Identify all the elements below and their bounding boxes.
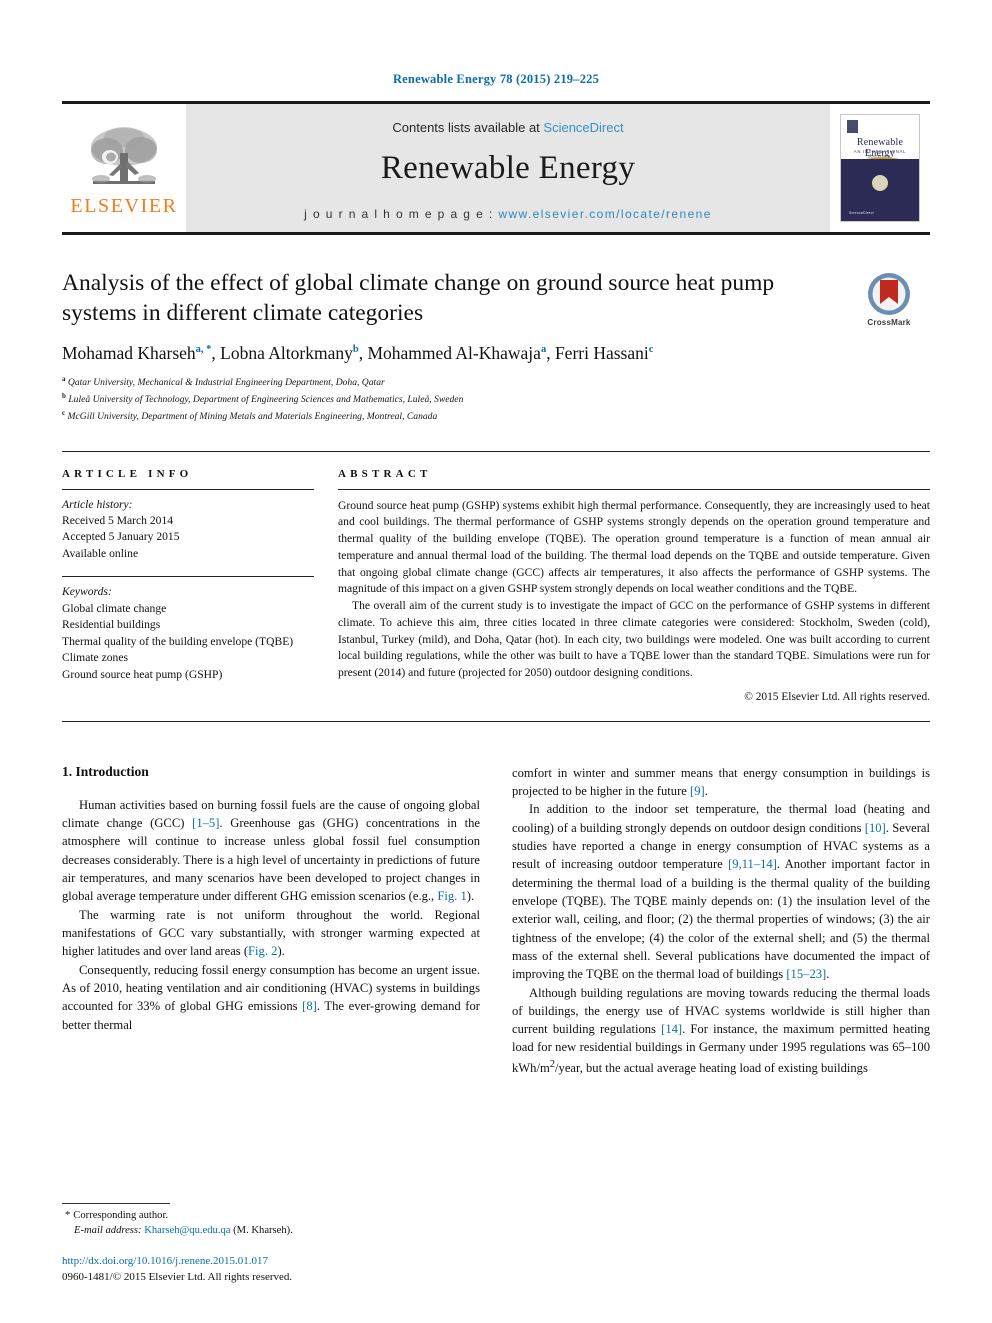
author-list: Mohamad Kharseha, *, Lobna Altorkmanyb, … bbox=[62, 343, 930, 364]
corresponding-author-note: * Corresponding author. bbox=[62, 1208, 480, 1223]
body-paragraph: In addition to the indoor set temperatur… bbox=[512, 802, 931, 982]
journal-homepage-line: j o u r n a l h o m e p a g e : www.else… bbox=[304, 207, 712, 221]
contents-line: Contents lists available at ScienceDirec… bbox=[392, 120, 623, 135]
email-owner: (M. Kharseh). bbox=[233, 1224, 293, 1236]
article-info-heading: ARTICLE INFO bbox=[62, 467, 193, 480]
author-entry: Ferri Hassanic bbox=[555, 343, 653, 363]
author-entry: Mohammed Al-Khawajaa bbox=[367, 343, 546, 363]
keywords-label: Keywords: bbox=[62, 585, 112, 599]
article-history: Article history: Received 5 March 2014 A… bbox=[62, 490, 314, 563]
affiliation-item: b Luleå University of Technology, Depart… bbox=[62, 391, 930, 408]
citation-link[interactable]: [8] bbox=[302, 999, 317, 1013]
keywords-group: Keywords: Global climate change Resident… bbox=[62, 577, 314, 683]
figure-link[interactable]: Fig. 2 bbox=[248, 944, 277, 958]
cover-artwork: Renewable Energy AN INTERNATIONAL JOURNA… bbox=[840, 114, 920, 222]
keyword-item: Ground source heat pump (GSHP) bbox=[62, 667, 223, 681]
keyword-item: Global climate change bbox=[62, 601, 167, 615]
article-history-label: Article history: bbox=[62, 497, 133, 511]
sciencedirect-link[interactable]: ScienceDirect bbox=[543, 120, 623, 135]
journal-title: Renewable Energy bbox=[380, 149, 636, 186]
citation-link[interactable]: [9] bbox=[690, 784, 705, 798]
abstract-column: ABSTRACT Ground source heat pump (GSHP) … bbox=[338, 468, 930, 703]
citation-link[interactable]: [9,11–14] bbox=[728, 857, 777, 871]
journal-cover-thumbnail: Renewable Energy AN INTERNATIONAL JOURNA… bbox=[830, 104, 930, 232]
cover-publisher-icon bbox=[847, 120, 858, 133]
abstract-heading: ABSTRACT bbox=[338, 467, 432, 480]
crossmark-icon[interactable] bbox=[866, 271, 912, 317]
article-info-column: ARTICLE INFO Article history: Received 5… bbox=[62, 468, 314, 703]
email-label: E-mail address: bbox=[74, 1224, 142, 1236]
citation-link[interactable]: [1–5] bbox=[192, 816, 219, 830]
section-heading-introduction: 1. Introduction bbox=[62, 763, 149, 779]
author-entry: Lobna Altorkmanyb bbox=[220, 343, 359, 363]
author-separator: , bbox=[546, 343, 555, 364]
body-columns: 1. Introduction Human activities based o… bbox=[62, 764, 930, 1078]
corresponding-author-text: Corresponding author. bbox=[73, 1209, 169, 1221]
crossmark-badge-container[interactable]: CrossMark bbox=[850, 271, 928, 327]
body-paragraph: The warming rate is not uniform througho… bbox=[62, 907, 480, 959]
crossmark-label: CrossMark bbox=[867, 318, 911, 327]
elsevier-tree-icon bbox=[91, 126, 157, 184]
author-separator: , bbox=[211, 343, 221, 364]
history-item: Accepted 5 January 2015 bbox=[62, 530, 180, 544]
page-title: Analysis of the effect of global climate… bbox=[62, 270, 775, 326]
affiliation-mark: a bbox=[62, 375, 66, 384]
body-column-right: comfort in winter and summer means that … bbox=[512, 764, 930, 1078]
journal-masthead: ELSEVIER Contents lists available at Sci… bbox=[62, 101, 930, 235]
affiliation-item: c McGill University, Department of Minin… bbox=[62, 408, 930, 425]
affiliation-mark: b bbox=[62, 391, 66, 400]
issn-copyright-line: 0960-1481/© 2015 Elsevier Ltd. All right… bbox=[62, 1270, 293, 1283]
affiliation-text: Luleå University of Technology, Departme… bbox=[68, 394, 464, 406]
body-column-left: 1. Introduction Human activities based o… bbox=[62, 764, 480, 1078]
journal-reference: Renewable Energy 78 (2015) 219–225 bbox=[392, 72, 600, 86]
citation-link[interactable]: [14] bbox=[661, 1022, 682, 1036]
title-block: CrossMark Analysis of the effect of glob… bbox=[62, 269, 930, 425]
masthead-center: Contents lists available at ScienceDirec… bbox=[186, 104, 830, 232]
author-name: Lobna Altorkmany bbox=[220, 343, 353, 364]
affiliation-text: McGill University, Department of Mining … bbox=[67, 410, 438, 422]
abstract-paragraph: Ground source heat pump (GSHP) systems e… bbox=[338, 498, 930, 596]
affiliation-list: a Qatar University, Mechanical & Industr… bbox=[62, 374, 930, 424]
affiliation-text: Qatar University, Mechanical & Industria… bbox=[67, 377, 385, 389]
body-paragraph: Consequently, reducing fossil energy con… bbox=[62, 962, 480, 1032]
history-item: Received 5 March 2014 bbox=[62, 513, 174, 527]
affiliation-mark: c bbox=[62, 408, 66, 417]
abstract-body: Ground source heat pump (GSHP) systems e… bbox=[338, 490, 930, 682]
footnote-divider bbox=[62, 1202, 170, 1204]
author-name: Mohammed Al-Khawaja bbox=[367, 343, 541, 364]
info-abstract-section: ARTICLE INFO Article history: Received 5… bbox=[62, 450, 930, 703]
contents-prefix: Contents lists available at bbox=[392, 119, 544, 135]
homepage-url-link[interactable]: www.elsevier.com/locate/renene bbox=[498, 207, 711, 221]
keyword-item: Thermal quality of the building envelope… bbox=[62, 634, 294, 648]
divider bbox=[62, 720, 930, 722]
elsevier-wordmark: ELSEVIER bbox=[70, 194, 178, 217]
cover-emblem-icon bbox=[872, 175, 888, 191]
body-paragraph: Human activities based on burning fossil… bbox=[62, 797, 481, 904]
email-link[interactable]: Kharseh@qu.edu.qa bbox=[144, 1225, 230, 1236]
history-item: Available online bbox=[62, 546, 139, 560]
author-name: Mohamad Kharseh bbox=[62, 343, 196, 364]
elsevier-logo: ELSEVIER bbox=[62, 104, 186, 232]
figure-link[interactable]: Fig. 1 bbox=[437, 889, 466, 903]
cover-footer-text: ScienceDirect bbox=[849, 211, 874, 215]
keyword-item: Climate zones bbox=[62, 651, 129, 665]
asterisk-icon: * bbox=[65, 1209, 71, 1221]
email-note: E-mail address: Kharseh@qu.edu.qa (M. Kh… bbox=[62, 1223, 480, 1238]
body-paragraph: comfort in winter and summer means that … bbox=[512, 765, 930, 799]
affiliation-item: a Qatar University, Mechanical & Industr… bbox=[62, 374, 930, 391]
citation-link[interactable]: [10] bbox=[865, 821, 886, 835]
author-name: Ferri Hassani bbox=[554, 343, 649, 364]
citation-link[interactable]: [15–23] bbox=[786, 967, 826, 981]
abstract-paragraph: The overall aim of the current study is … bbox=[338, 599, 930, 680]
keyword-item: Residential buildings bbox=[62, 618, 161, 632]
homepage-prefix: j o u r n a l h o m e p a g e : bbox=[304, 206, 499, 221]
author-entry: Mohamad Kharseha, * bbox=[62, 343, 211, 363]
footnote-block: * Corresponding author. E-mail address: K… bbox=[62, 1202, 480, 1286]
copyright-line: © 2015 Elsevier Ltd. All rights reserved… bbox=[744, 690, 930, 703]
doi-link[interactable]: http://dx.doi.org/10.1016/j.renene.2015.… bbox=[62, 1254, 480, 1269]
author-mark[interactable]: c bbox=[649, 344, 654, 355]
author-mark[interactable]: a, * bbox=[196, 344, 212, 355]
paper-page: Renewable Energy 78 (2015) 219–225 ELSEV… bbox=[0, 0, 992, 1323]
body-paragraph: Although building regulations are moving… bbox=[512, 985, 930, 1075]
